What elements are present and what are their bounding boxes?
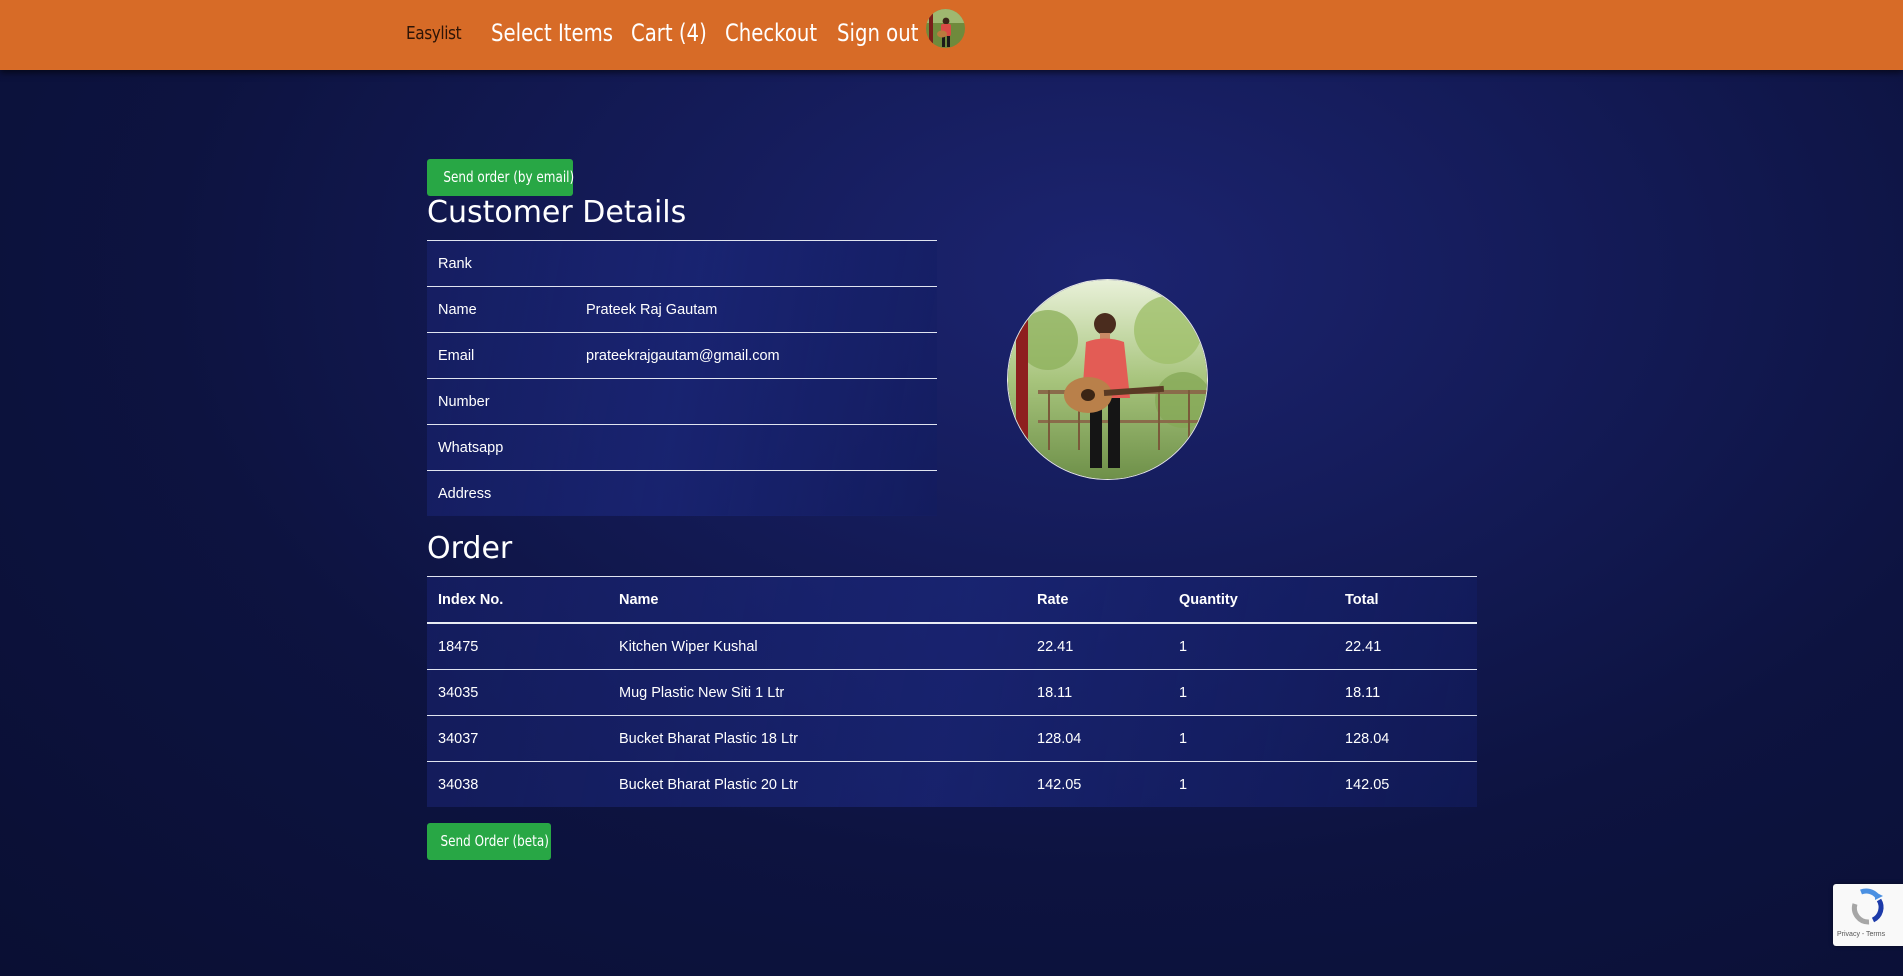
recaptcha-terms-link[interactable]: Privacy - Terms [1837,931,1885,938]
nav-sign-out[interactable]: Sign out [837,19,918,47]
order-cell: Kitchen Wiper Kushal [608,622,1026,670]
order-cell: 142.05 [1334,761,1477,807]
order-cell: Bucket Bharat Plastic 20 Ltr [608,761,1026,807]
recaptcha-badge[interactable]: Privacy - Terms [1833,884,1903,946]
customer-field-label: Rank [427,240,575,287]
order-cell: 18.11 [1334,669,1477,716]
order-row: 34037 Bucket Bharat Plastic 18 Ltr 128.04 1… [427,715,1477,762]
order-cell: 128.04 [1334,715,1477,762]
brand-link[interactable]: Easylist [406,23,462,44]
order-cell: 1 [1168,622,1334,670]
customer-details-table: Rank Name Prateek Raj Gautam Email prateekra… [427,240,937,516]
recaptcha-icon [1851,888,1884,925]
customer-field-value [575,378,937,425]
user-avatar[interactable] [926,9,965,48]
order-cell: 1 [1168,761,1334,807]
customer-details-body: Rank Name Prateek Raj Gautam Email prateekra… [427,240,937,516]
order-cell: 22.41 [1026,622,1168,670]
customer-field-label: Address [427,470,575,516]
send-order-beta-button[interactable]: Send Order (beta) [427,823,551,860]
customer-row-rank: Rank [427,240,937,287]
order-cell: 22.41 [1334,622,1477,670]
column-header: Total [1334,576,1477,624]
send-order-email-button[interactable]: Send order (by email) [427,159,574,196]
customer-row-email: Email prateekrajgautam@gmail.com [427,332,937,379]
order-cell: 18.11 [1026,669,1168,716]
order-row: 34038 Bucket Bharat Plastic 20 Ltr 142.05 1… [427,761,1477,807]
order-cell: Mug Plastic New Siti 1 Ltr [608,669,1026,716]
column-header: Name [608,576,1026,624]
customer-field-value: Prateek Raj Gautam [575,286,937,333]
customer-row-whatsapp: Whatsapp [427,424,937,471]
profile-photo [1007,279,1208,480]
column-header: Rate [1026,576,1168,624]
order-title: Order [427,531,513,566]
order-table-header: Index No. Name Rate Quantity Total [427,576,1477,624]
customer-field-label: Name [427,286,575,333]
order-cell: 1 [1168,715,1334,762]
customer-row-address: Address [427,470,937,516]
order-cell: 128.04 [1026,715,1168,762]
order-row: 34035 Mug Plastic New Siti 1 Ltr 18.11 1 18.… [427,669,1477,716]
order-cell: 34035 [427,669,608,716]
nav-select-items[interactable]: Select Items [491,19,613,47]
nav-checkout[interactable]: Checkout [725,19,817,47]
customer-row-number: Number [427,378,937,425]
customer-field-value [575,424,937,471]
customer-field-value [575,240,937,287]
order-table-body: 18475 Kitchen Wiper Kushal 22.41 1 22.41 3403… [427,622,1477,807]
order-cell: Bucket Bharat Plastic 18 Ltr [608,715,1026,762]
column-header: Index No. [427,576,608,624]
customer-field-label: Whatsapp [427,424,575,471]
order-cell: 142.05 [1026,761,1168,807]
top-navbar: Easylist Select Items Cart (4) Checkout … [0,0,1903,70]
order-row: 18475 Kitchen Wiper Kushal 22.41 1 22.41 [427,622,1477,670]
order-cell: 18475 [427,622,608,670]
customer-field-label: Number [427,378,575,425]
nav-cart[interactable]: Cart (4) [631,19,707,47]
customer-details-title: Customer Details [427,195,687,230]
customer-field-value: prateekrajgautam@gmail.com [575,332,937,379]
column-header: Quantity [1168,576,1334,624]
order-table: Index No. Name Rate Quantity Total 18475 Kitc… [427,576,1477,807]
order-cell: 34037 [427,715,608,762]
order-cell: 1 [1168,669,1334,716]
customer-field-value [575,470,937,516]
customer-row-name: Name Prateek Raj Gautam [427,286,937,333]
customer-field-label: Email [427,332,575,379]
order-cell: 34038 [427,761,608,807]
